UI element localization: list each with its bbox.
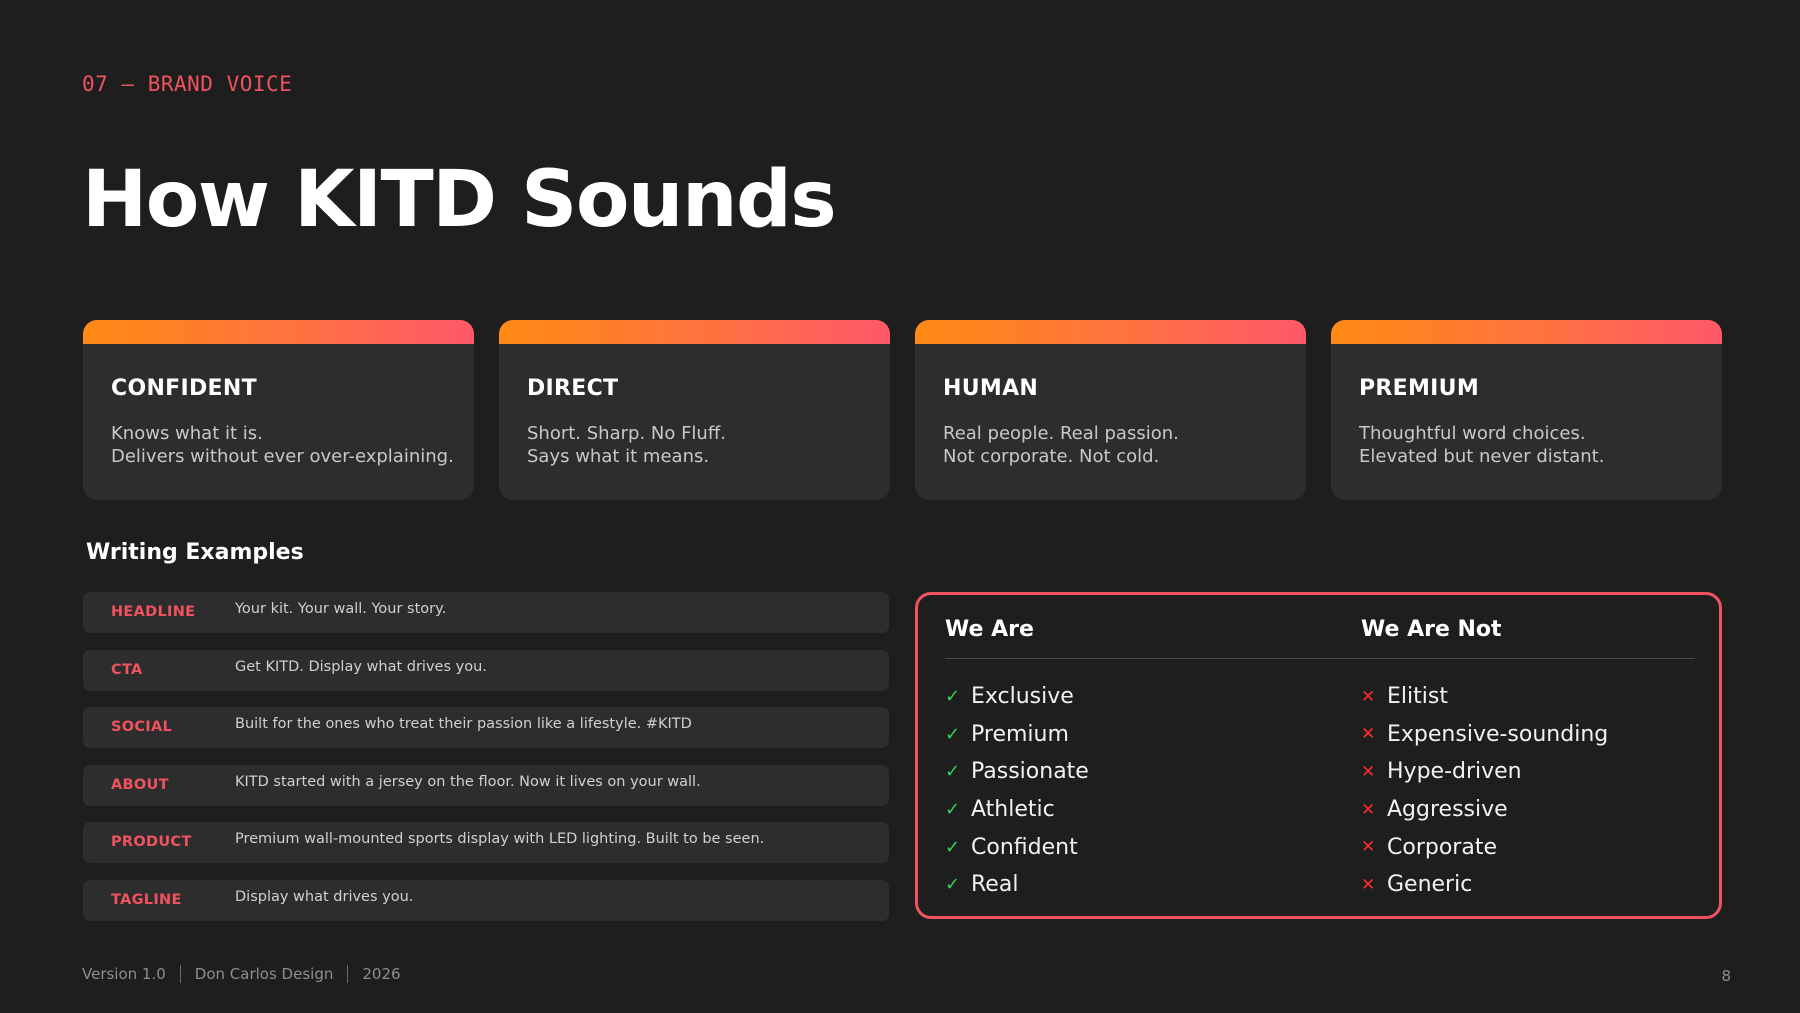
cross-icon: ✕ xyxy=(1361,724,1376,745)
example-label: ABOUT xyxy=(111,776,169,793)
we-are-item: ✓ Athletic xyxy=(945,791,1089,829)
we-are-not-item-label: Corporate xyxy=(1387,834,1497,860)
we-are-item: ✓ Confident xyxy=(945,828,1089,866)
example-label: HEADLINE xyxy=(111,604,196,620)
card-line: Elevated but never distant. xyxy=(1359,446,1605,467)
card-line: Short. Sharp. No Fluff. xyxy=(527,423,726,444)
we-are-heading: We Are xyxy=(945,617,1034,642)
cross-icon: ✕ xyxy=(1361,874,1376,895)
footer-author: Don Carlos Design xyxy=(194,965,334,983)
example-label: TAGLINE xyxy=(111,891,182,908)
example-text: Premium wall-mounted sports display with… xyxy=(235,831,765,847)
check-icon: ✓ xyxy=(945,761,961,783)
section-eyebrow: 07 — BRAND VOICE xyxy=(82,72,293,96)
example-text: Built for the ones who treat their passi… xyxy=(235,716,692,732)
check-icon: ✓ xyxy=(945,723,961,745)
we-are-item-label: Confident xyxy=(971,834,1078,860)
we-are-not-item-label: Hype-driven xyxy=(1387,759,1522,785)
card-line: Says what it means. xyxy=(527,446,710,467)
card-description: Short. Sharp. No Fluff. Says what it mea… xyxy=(527,422,726,468)
example-label: SOCIAL xyxy=(111,719,173,735)
card-title: CONFIDENT xyxy=(111,376,257,401)
card-title: PREMIUM xyxy=(1359,376,1480,401)
example-row-product: PRODUCT Premium wall-mounted sports disp… xyxy=(83,822,889,863)
card-line: Knows what it is. xyxy=(111,423,263,444)
we-are-not-list: ✕ Elitist ✕ Expensive-sounding ✕ Hype-drive… xyxy=(1361,678,1608,904)
cross-icon: ✕ xyxy=(1361,799,1376,820)
footer-version: Version 1.0 xyxy=(82,965,166,983)
page-title: How KITD Sounds xyxy=(82,155,837,245)
voice-card-human: HUMAN Real people. Real passion. Not cor… xyxy=(915,320,1306,500)
we-are-not-column: We Are Not ✕ Elitist ✕ Expensive-sounding … xyxy=(1361,617,1608,904)
we-are-item-label: Passionate xyxy=(971,759,1089,785)
writing-examples-heading: Writing Examples xyxy=(86,540,304,565)
card-gradient-bar xyxy=(83,320,474,344)
example-row-cta: CTA Get KITD. Display what drives you. xyxy=(83,649,889,691)
example-text: Display what drives you. xyxy=(235,888,414,905)
we-are-not-item-label: Generic xyxy=(1387,872,1473,898)
example-row-tagline: TAGLINE Display what drives you. xyxy=(83,879,889,921)
card-line: Not corporate. Not cold. xyxy=(943,446,1160,467)
voice-cards: CONFIDENT Knows what it is. Delivers wit… xyxy=(83,320,1723,500)
check-icon: ✓ xyxy=(945,836,961,858)
footer-year: 2026 xyxy=(362,965,401,983)
footer-separator xyxy=(347,965,349,983)
footer-separator xyxy=(179,965,181,983)
we-are-not-item: ✕ Hype-driven xyxy=(1361,753,1608,791)
card-line: Delivers without ever over-explaining. xyxy=(111,446,454,467)
we-are-not-item-label: Aggressive xyxy=(1387,797,1508,823)
voice-card-direct: DIRECT Short. Sharp. No Fluff. Says what… xyxy=(499,320,890,500)
example-row-about: ABOUT KITD started with a jersey on the … xyxy=(83,764,889,806)
check-icon: ✓ xyxy=(945,874,961,896)
we-are-item: ✓ Real xyxy=(945,866,1089,904)
example-text: Get KITD. Display what drives you. xyxy=(235,658,487,675)
we-are-item-label: Premium xyxy=(971,721,1069,747)
card-gradient-bar xyxy=(499,320,890,344)
card-description: Knows what it is. Delivers without ever … xyxy=(111,422,454,468)
we-are-not-item-label: Elitist xyxy=(1387,684,1448,710)
cross-icon: ✕ xyxy=(1361,686,1376,707)
card-description: Thoughtful word choices. Elevated but ne… xyxy=(1359,422,1604,468)
card-line: Real people. Real passion. xyxy=(943,423,1179,444)
we-are-item: ✓ Premium xyxy=(945,716,1089,754)
check-icon: ✓ xyxy=(945,686,961,708)
we-are-item-label: Exclusive xyxy=(971,684,1074,710)
we-are-item-label: Athletic xyxy=(971,797,1055,823)
we-are-not-item: ✕ Expensive-sounding xyxy=(1361,716,1608,754)
example-row-headline: HEADLINE Your kit. Your wall. Your story… xyxy=(83,592,889,633)
voice-card-premium: PREMIUM Thoughtful word choices. Elevate… xyxy=(1331,320,1722,500)
card-title: DIRECT xyxy=(527,376,619,401)
we-are-list: ✓ Exclusive ✓ Premium ✓ Passionate ✓ Athleti… xyxy=(945,678,1089,904)
page-number: 8 xyxy=(1721,967,1731,985)
writing-examples-list: HEADLINE Your kit. Your wall. Your story… xyxy=(83,592,889,937)
cross-icon: ✕ xyxy=(1361,837,1376,858)
we-are-item-label: Real xyxy=(971,872,1019,898)
footer: Version 1.0 Don Carlos Design 2026 xyxy=(82,965,401,983)
example-text: KITD started with a jersey on the floor.… xyxy=(235,773,701,790)
we-are-not-item: ✕ Aggressive xyxy=(1361,791,1608,829)
we-are-column: We Are ✓ Exclusive ✓ Premium ✓ Passionate ✓… xyxy=(945,617,1089,904)
we-are-not-item-label: Expensive-sounding xyxy=(1387,721,1609,747)
we-are-comparison-box: We Are ✓ Exclusive ✓ Premium ✓ Passionate ✓… xyxy=(915,592,1722,919)
we-are-not-item: ✕ Elitist xyxy=(1361,678,1608,716)
we-are-not-item: ✕ Corporate xyxy=(1361,828,1608,866)
we-are-not-heading: We Are Not xyxy=(1361,617,1502,642)
cross-icon: ✕ xyxy=(1361,761,1376,782)
we-are-not-item: ✕ Generic xyxy=(1361,866,1608,904)
card-description: Real people. Real passion. Not corporate… xyxy=(943,422,1179,468)
card-title: HUMAN xyxy=(943,376,1039,401)
card-line: Thoughtful word choices. xyxy=(1359,423,1586,444)
example-label: PRODUCT xyxy=(111,834,192,850)
card-gradient-bar xyxy=(915,320,1306,344)
we-are-item: ✓ Passionate xyxy=(945,753,1089,791)
example-label: CTA xyxy=(111,661,143,678)
voice-card-confident: CONFIDENT Knows what it is. Delivers wit… xyxy=(83,320,474,500)
check-icon: ✓ xyxy=(945,799,961,821)
example-row-social: SOCIAL Built for the ones who treat thei… xyxy=(83,707,889,748)
example-text: Your kit. Your wall. Your story. xyxy=(235,601,447,617)
we-are-item: ✓ Exclusive xyxy=(945,678,1089,716)
card-gradient-bar xyxy=(1331,320,1722,344)
